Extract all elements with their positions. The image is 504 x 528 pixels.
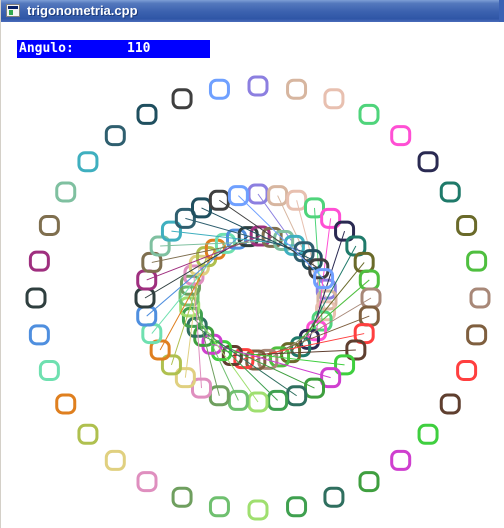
console-app-icon[interactable]: [6, 4, 20, 17]
outer-ring-square: [104, 125, 126, 147]
outer-ring-square: [466, 250, 488, 272]
outer-ring-square: [38, 214, 60, 236]
outer-ring-square: [136, 103, 158, 125]
outer-ring-square: [136, 471, 158, 493]
outer-ring-square: [286, 78, 308, 100]
outer-ring-square: [104, 449, 126, 471]
angle-label: Angulo:: [19, 41, 74, 56]
outer-ring-square: [171, 486, 193, 508]
outer-ring-square: [55, 393, 77, 415]
outer-ring-square: [38, 360, 60, 382]
title-bar[interactable]: trigonometria.cpp: [1, 0, 504, 22]
outer-ring-square: [323, 486, 345, 508]
outer-ring-square: [390, 449, 412, 471]
outer-ring-square: [77, 423, 99, 445]
outer-ring-square: [247, 75, 269, 97]
outer-ring-square: [25, 287, 47, 309]
outer-ring-square: [390, 125, 412, 147]
outer-ring-square: [77, 151, 99, 173]
outer-ring-square: [439, 393, 461, 415]
outer-ring-square: [469, 287, 491, 309]
outer-ring-square: [28, 324, 50, 346]
window-title: trigonometria.cpp: [27, 3, 138, 18]
outer-ring-square: [466, 324, 488, 346]
outer-ring-square: [417, 423, 439, 445]
angle-readout: Angulo: 110: [17, 40, 210, 58]
outer-ring-square: [286, 496, 308, 518]
trig-canvas: [25, 75, 491, 521]
outer-ring-square: [28, 250, 50, 272]
angle-value: 110: [127, 41, 151, 56]
title-bar-edge: [499, 0, 504, 22]
outer-ring-square: [456, 360, 478, 382]
outer-ring-square: [439, 181, 461, 203]
outer-ring-square: [208, 496, 230, 518]
app-window: trigonometria.cpp Angulo: 110: [0, 0, 504, 528]
outer-ring-square: [323, 88, 345, 110]
outer-ring-square: [247, 499, 269, 521]
outer-ring-square: [417, 151, 439, 173]
outer-ring-square: [456, 214, 478, 236]
outer-ring-square: [358, 103, 380, 125]
outer-ring-square: [55, 181, 77, 203]
spoke-line: [219, 199, 320, 270]
outer-ring-square: [208, 78, 230, 100]
drawing-area: Angulo: 110: [1, 22, 504, 528]
outer-ring-square: [171, 88, 193, 110]
outer-ring-square: [358, 471, 380, 493]
